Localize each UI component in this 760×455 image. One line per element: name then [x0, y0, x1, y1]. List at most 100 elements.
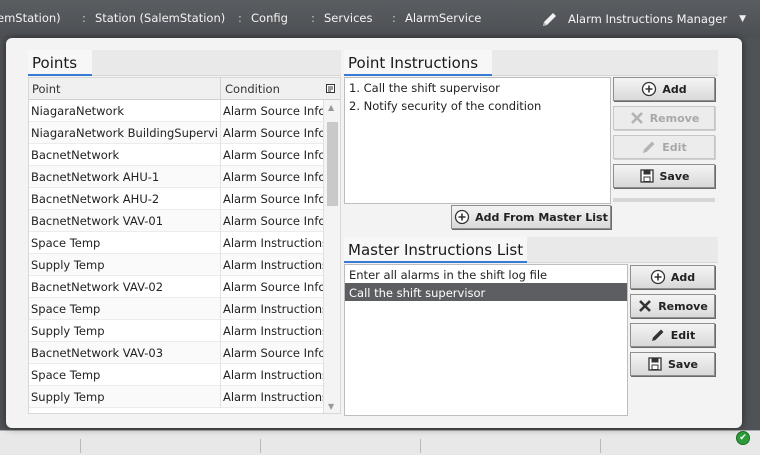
point-cell: BacnetNetwork VAV-02 — [31, 280, 164, 294]
point-cell: NiagaraNetwork — [31, 104, 124, 118]
master-list-header: Master Instructions List — [344, 237, 718, 263]
condition-cell: Alarm Instructions — [223, 324, 323, 338]
point-cell: Space Temp — [31, 236, 101, 250]
table-row[interactable]: BacnetNetwork AHU-2 Alarm Source Info — [29, 188, 323, 210]
list-item[interactable]: 1. Call the shift supervisor — [345, 78, 610, 96]
add-icon — [650, 269, 666, 285]
table-row[interactable]: Supply Temp Alarm Instructions — [29, 320, 323, 342]
table-row[interactable]: Supply Temp Alarm Instructions — [29, 386, 323, 408]
save-icon — [648, 357, 662, 371]
table-header: Point Condition — [29, 78, 340, 100]
table-row[interactable]: NiagaraNetwork BuildingSupervisor Alarm S… — [29, 122, 323, 144]
column-header-point[interactable]: Point — [32, 82, 61, 96]
condition-cell: Alarm Instructions — [223, 236, 323, 250]
breadcrumb-station[interactable]: Station (SalemStation) — [95, 11, 225, 25]
point-instructions-list[interactable]: 1. Call the shift supervisor 2. Notify s… — [344, 77, 611, 204]
point-cell: BacnetNetwork AHU-2 — [31, 192, 160, 206]
point-instructions-title: Point Instructions — [344, 50, 492, 76]
edit-icon — [651, 329, 664, 341]
alarm-instructions-dialog: Points Point Condition NiagaraNetwork Ala… — [6, 38, 742, 428]
list-item[interactable]: 2. Notify security of the condition — [345, 96, 610, 114]
points-title: Points — [28, 50, 92, 76]
breadcrumb-services[interactable]: Services — [324, 11, 373, 25]
breadcrumb-config[interactable]: Config — [251, 11, 288, 25]
column-header-condition[interactable]: Condition — [225, 82, 280, 96]
add-button-label: Add — [670, 270, 696, 284]
edit-button-label: Edit — [662, 140, 687, 154]
point-cell: BacnetNetwork — [31, 148, 120, 162]
list-item[interactable]: Enter all alarms in the shift log file — [345, 265, 627, 283]
view-selector[interactable]: Alarm Instructions Manager ▼ — [540, 9, 746, 29]
table-row[interactable]: Space Temp Alarm Instructions — [29, 364, 323, 386]
condition-cell: Alarm Source Info — [223, 192, 323, 206]
view-title[interactable]: Alarm Instructions Manager — [568, 12, 727, 26]
nav-bar: emStation) : Station (SalemStation) : Co… — [0, 0, 760, 38]
condition-cell: Alarm Source Info — [223, 104, 323, 118]
pencil-icon[interactable] — [540, 9, 560, 29]
breadcrumb-separator: : — [311, 11, 315, 25]
table-row[interactable]: Space Temp Alarm Instructions — [29, 298, 323, 320]
breadcrumb-station-fragment[interactable]: emStation) — [0, 11, 61, 25]
add-master-button[interactable]: Add — [630, 265, 715, 289]
table-row[interactable]: BacnetNetwork VAV-01 Alarm Source Info — [29, 210, 323, 232]
add-instruction-button[interactable]: Add — [613, 77, 715, 101]
point-cell: BacnetNetwork VAV-01 — [31, 214, 164, 228]
list-item-selected[interactable]: Call the shift supervisor — [345, 283, 627, 301]
point-cell: Space Temp — [31, 302, 101, 316]
edit-icon — [643, 141, 655, 153]
table-row[interactable]: Supply Temp Alarm Instructions — [29, 254, 323, 276]
add-icon — [642, 81, 657, 97]
point-cell: Supply Temp — [31, 258, 105, 272]
scroll-up-icon[interactable]: ▲ — [328, 103, 334, 112]
save-button-label: Save — [659, 169, 690, 183]
table-row[interactable]: NiagaraNetwork Alarm Source Info — [29, 100, 323, 122]
remove-instruction-button[interactable]: Remove — [613, 106, 715, 130]
scroll-thumb[interactable] — [327, 122, 338, 206]
save-button-label: Save — [668, 357, 698, 371]
add-from-master-list-button[interactable]: Add From Master List — [451, 205, 611, 229]
points-table: Point Condition NiagaraNetwork Alarm Sour… — [28, 77, 341, 414]
save-instruction-button[interactable]: Save — [613, 164, 715, 188]
edit-master-button[interactable]: Edit — [630, 323, 715, 347]
table-scrollbar[interactable]: ▲ ▼ — [323, 100, 340, 413]
remove-master-button[interactable]: Remove — [630, 294, 715, 318]
remove-icon — [639, 300, 652, 312]
save-master-button[interactable]: Save — [630, 352, 715, 376]
point-cell: Space Temp — [31, 368, 101, 382]
master-list-title: Master Instructions List — [344, 237, 527, 263]
point-cell: NiagaraNetwork BuildingSupervisor — [31, 126, 217, 140]
table-row[interactable]: BacnetNetwork Alarm Source Info — [29, 144, 323, 166]
breadcrumb-separator: : — [82, 11, 86, 25]
edit-button-label: Edit — [670, 328, 696, 342]
condition-cell: Alarm Source Info — [223, 126, 323, 140]
save-icon — [639, 169, 654, 183]
add-icon — [455, 209, 470, 225]
condition-cell: Alarm Instructions — [223, 258, 323, 272]
remove-icon — [630, 112, 643, 124]
point-cell: Supply Temp — [31, 324, 105, 338]
scroll-down-icon[interactable]: ▼ — [328, 402, 334, 411]
chevron-down-icon[interactable]: ▼ — [739, 14, 746, 24]
table-row[interactable]: BacnetNetwork VAV-03 Alarm Source Info — [29, 342, 323, 364]
point-instructions-header: Point Instructions — [344, 50, 718, 76]
condition-cell: Alarm Source Info — [223, 214, 323, 228]
column-chooser-icon[interactable] — [326, 84, 336, 94]
table-row[interactable]: Space Temp Alarm Instructions — [29, 232, 323, 254]
status-ok-icon: ✔ — [736, 431, 750, 445]
breadcrumb-separator: : — [238, 11, 242, 25]
condition-cell: Alarm Source Info — [223, 170, 323, 184]
breadcrumb-alarm-service[interactable]: AlarmService — [405, 11, 481, 25]
master-instructions-list[interactable]: Enter all alarms in the shift log file C… — [344, 264, 628, 416]
button-strip — [613, 198, 715, 202]
remove-button-label: Remove — [658, 299, 708, 313]
table-row[interactable]: BacnetNetwork AHU-1 Alarm Source Info — [29, 166, 323, 188]
edit-instruction-button[interactable]: Edit — [613, 135, 715, 159]
condition-cell: Alarm Instructions — [223, 390, 323, 404]
point-cell: BacnetNetwork AHU-1 — [31, 170, 160, 184]
table-row[interactable]: BacnetNetwork VAV-02 Alarm Source Info — [29, 276, 323, 298]
condition-cell: Alarm Instructions — [223, 368, 323, 382]
remove-button-label: Remove — [649, 111, 700, 125]
add-button-label: Add — [662, 82, 687, 96]
add-from-master-label: Add From Master List — [475, 210, 608, 224]
point-cell: Supply Temp — [31, 390, 105, 404]
